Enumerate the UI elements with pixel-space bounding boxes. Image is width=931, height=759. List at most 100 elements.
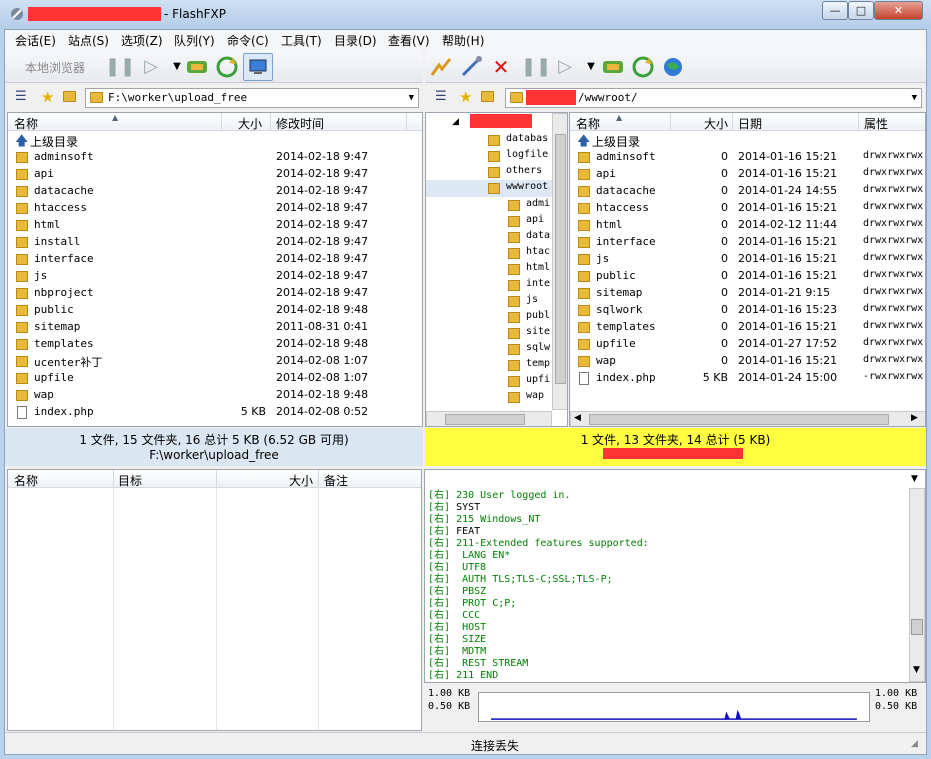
tree-child-item[interactable]: site (426, 325, 552, 342)
menu-sites[interactable]: 站点(S) (68, 32, 109, 49)
tree-view-icon-right[interactable]: ☰ (435, 89, 447, 104)
remote-horizontal-scrollbar[interactable]: ◀ ▶ (570, 411, 925, 426)
local-file-row[interactable]: datacache 2014-02-18 9:47 (8, 183, 422, 200)
remote-file-row[interactable]: upfile 0 2014-01-27 17:52 drwxrwxrwx (570, 336, 925, 353)
tree-collapse-icon[interactable]: ◢ (452, 117, 459, 127)
tree-child-item[interactable]: inte (426, 277, 552, 294)
local-file-list[interactable]: 名称 ▲ 大小 修改时间 🡅 上级目录 adminsoft 2014-02-18 … (7, 112, 423, 427)
local-file-row[interactable]: nbproject 2014-02-18 9:47 (8, 285, 422, 302)
col-modified[interactable]: 修改时间 (276, 115, 324, 132)
remote-file-row[interactable]: api 0 2014-01-16 15:21 drwxrwxrwx (570, 166, 925, 183)
stop-icon[interactable]: ✕ (489, 55, 513, 79)
remote-file-row[interactable]: wap 0 2014-01-16 15:21 drwxrwxrwx (570, 353, 925, 370)
remote-file-list[interactable]: 名称 ▲ 大小 日期 属性 🡅 上级目录 adminsoft 0 2014-01-1… (569, 112, 926, 427)
local-file-row[interactable]: api 2014-02-18 9:47 (8, 166, 422, 183)
menu-queue[interactable]: 队列(Y) (174, 32, 215, 49)
menu-help[interactable]: 帮助(H) (442, 32, 484, 49)
remote-file-row[interactable]: interface 0 2014-01-16 15:21 drwxrwxrwx (570, 234, 925, 251)
favorites-star-icon-right[interactable]: ★ (459, 88, 472, 106)
col-size-remote[interactable]: 大小 (704, 115, 728, 132)
tree-folder-item[interactable]: logfile (426, 148, 552, 165)
local-file-row[interactable]: htaccess 2014-02-18 9:47 (8, 200, 422, 217)
scroll-down-icon[interactable]: ▼ (913, 665, 920, 675)
menu-commands[interactable]: 命令(C) (227, 32, 269, 49)
tree-child-item[interactable]: admi (426, 197, 552, 214)
menu-directory[interactable]: 目录(D) (334, 32, 377, 49)
parent-dir-row[interactable]: 🡅 上级目录 (8, 132, 422, 149)
resize-grip-icon[interactable]: ◢ (911, 739, 918, 749)
col-name-remote[interactable]: 名称 (576, 115, 600, 132)
menu-session[interactable]: 会话(E) (15, 32, 56, 49)
remote-hscroll-thumb[interactable] (589, 414, 889, 425)
remote-file-row[interactable]: index.php 5 KB 2014-01-24 15:00 -rwxrwxrwx (570, 370, 925, 387)
globe-icon[interactable] (661, 55, 685, 79)
parent-folder-icon[interactable] (63, 89, 76, 103)
path-dropdown-icon[interactable]: ▼ (409, 89, 414, 107)
remote-file-row[interactable]: datacache 0 2014-01-24 14:55 drwxrwxrwx (570, 183, 925, 200)
tree-folder-item[interactable]: databas (426, 132, 552, 149)
local-file-row[interactable]: adminsoft 2014-02-18 9:47 (8, 149, 422, 166)
favorites-star-icon[interactable]: ★ (41, 88, 54, 106)
tree-child-item[interactable]: htac (426, 245, 552, 262)
remote-file-row[interactable]: html 0 2014-02-12 11:44 drwxrwxrwx (570, 217, 925, 234)
local-view-toggle[interactable] (243, 53, 273, 81)
tree-child-item[interactable]: data (426, 229, 552, 246)
dropdown-arrow-icon-right[interactable]: ▼ (579, 55, 603, 79)
log-dropdown-icon[interactable]: ▼ (911, 474, 918, 484)
abort-link-icon[interactable] (459, 55, 483, 79)
tree-vertical-scrollbar[interactable] (552, 113, 567, 410)
connect-icon-right[interactable] (601, 55, 625, 79)
tree-child-item[interactable]: publ (426, 309, 552, 326)
queue-col-note[interactable]: 备注 (324, 472, 348, 489)
tree-folder-item[interactable]: others (426, 164, 552, 181)
log-scrollbar[interactable]: ▼ (909, 488, 925, 682)
local-file-row[interactable]: upfile 2014-02-08 1:07 (8, 370, 422, 387)
local-file-row[interactable]: js 2014-02-18 9:47 (8, 268, 422, 285)
menu-view[interactable]: 查看(V) (388, 32, 430, 49)
tree-child-item[interactable]: sqlw (426, 341, 552, 358)
tree-child-item[interactable]: js (426, 293, 552, 310)
tree-child-item[interactable]: html (426, 261, 552, 278)
local-file-row[interactable]: sitemap 2011-08-31 0:41 (8, 319, 422, 336)
col-date-remote[interactable]: 日期 (738, 115, 762, 132)
local-file-row[interactable]: index.php 5 KB 2014-02-08 0:52 (8, 404, 422, 421)
close-button[interactable]: ✕ (874, 1, 923, 20)
pause-icon-right[interactable]: ❚❚ (521, 55, 551, 79)
play-icon-right[interactable]: ▷ (553, 55, 577, 79)
tree-folder-item[interactable]: wwwroot (426, 180, 552, 197)
connect-icon[interactable] (185, 55, 209, 79)
remote-file-row[interactable]: sitemap 0 2014-01-21 9:15 drwxrwxrwx (570, 285, 925, 302)
queue-col-target[interactable]: 目标 (118, 472, 142, 489)
remote-file-row[interactable]: templates 0 2014-01-16 15:21 drwxrwxrwx (570, 319, 925, 336)
session-log[interactable]: ▼ [右] 230 User logged in. [右] SYST [右] 215… (424, 469, 926, 683)
remote-file-row[interactable]: htaccess 0 2014-01-16 15:21 drwxrwxrwx (570, 200, 925, 217)
scroll-left-icon[interactable]: ◀ (574, 413, 581, 423)
right-path-input[interactable]: /wwwroot/ ▼ (505, 88, 922, 108)
local-browser-button[interactable]: 本地浏览器 (25, 59, 85, 76)
local-file-row[interactable]: html 2014-02-18 9:47 (8, 217, 422, 234)
left-path-input[interactable]: F:\worker\upload_free ▼ (85, 88, 419, 108)
remote-file-row[interactable]: sqlwork 0 2014-01-16 15:23 drwxrwxrwx (570, 302, 925, 319)
queue-list[interactable]: 名称 目标 大小 备注 (7, 469, 422, 731)
tree-child-item[interactable]: temp (426, 357, 552, 374)
col-attr-remote[interactable]: 属性 (864, 115, 888, 132)
menu-options[interactable]: 选项(Z) (121, 32, 163, 49)
col-name[interactable]: 名称 (14, 115, 38, 132)
col-size[interactable]: 大小 (238, 115, 262, 132)
remote-folder-tree[interactable]: ◢ databas logfile others wwwroot admi api data… (425, 112, 568, 427)
refresh-icon[interactable] (215, 55, 239, 79)
queue-col-name[interactable]: 名称 (14, 472, 38, 489)
scroll-right-icon[interactable]: ▶ (911, 413, 918, 423)
queue-col-size[interactable]: 大小 (289, 472, 313, 489)
refresh-icon-right[interactable] (631, 55, 655, 79)
local-file-row[interactable]: ucenter补丁 2014-02-08 1:07 (8, 353, 422, 370)
maximize-button[interactable]: □ (848, 1, 874, 20)
local-file-row[interactable]: public 2014-02-18 9:48 (8, 302, 422, 319)
path-dropdown-icon-right[interactable]: ▼ (912, 89, 917, 107)
log-scroll-thumb[interactable] (911, 619, 923, 635)
remote-file-row[interactable]: adminsoft 0 2014-01-16 15:21 drwxrwxrwx (570, 149, 925, 166)
menu-tools[interactable]: 工具(T) (281, 32, 322, 49)
minimize-button[interactable]: — (822, 1, 848, 20)
parent-dir-row-remote[interactable]: 🡅 上级目录 (570, 132, 925, 149)
disconnect-icon[interactable] (429, 55, 453, 79)
